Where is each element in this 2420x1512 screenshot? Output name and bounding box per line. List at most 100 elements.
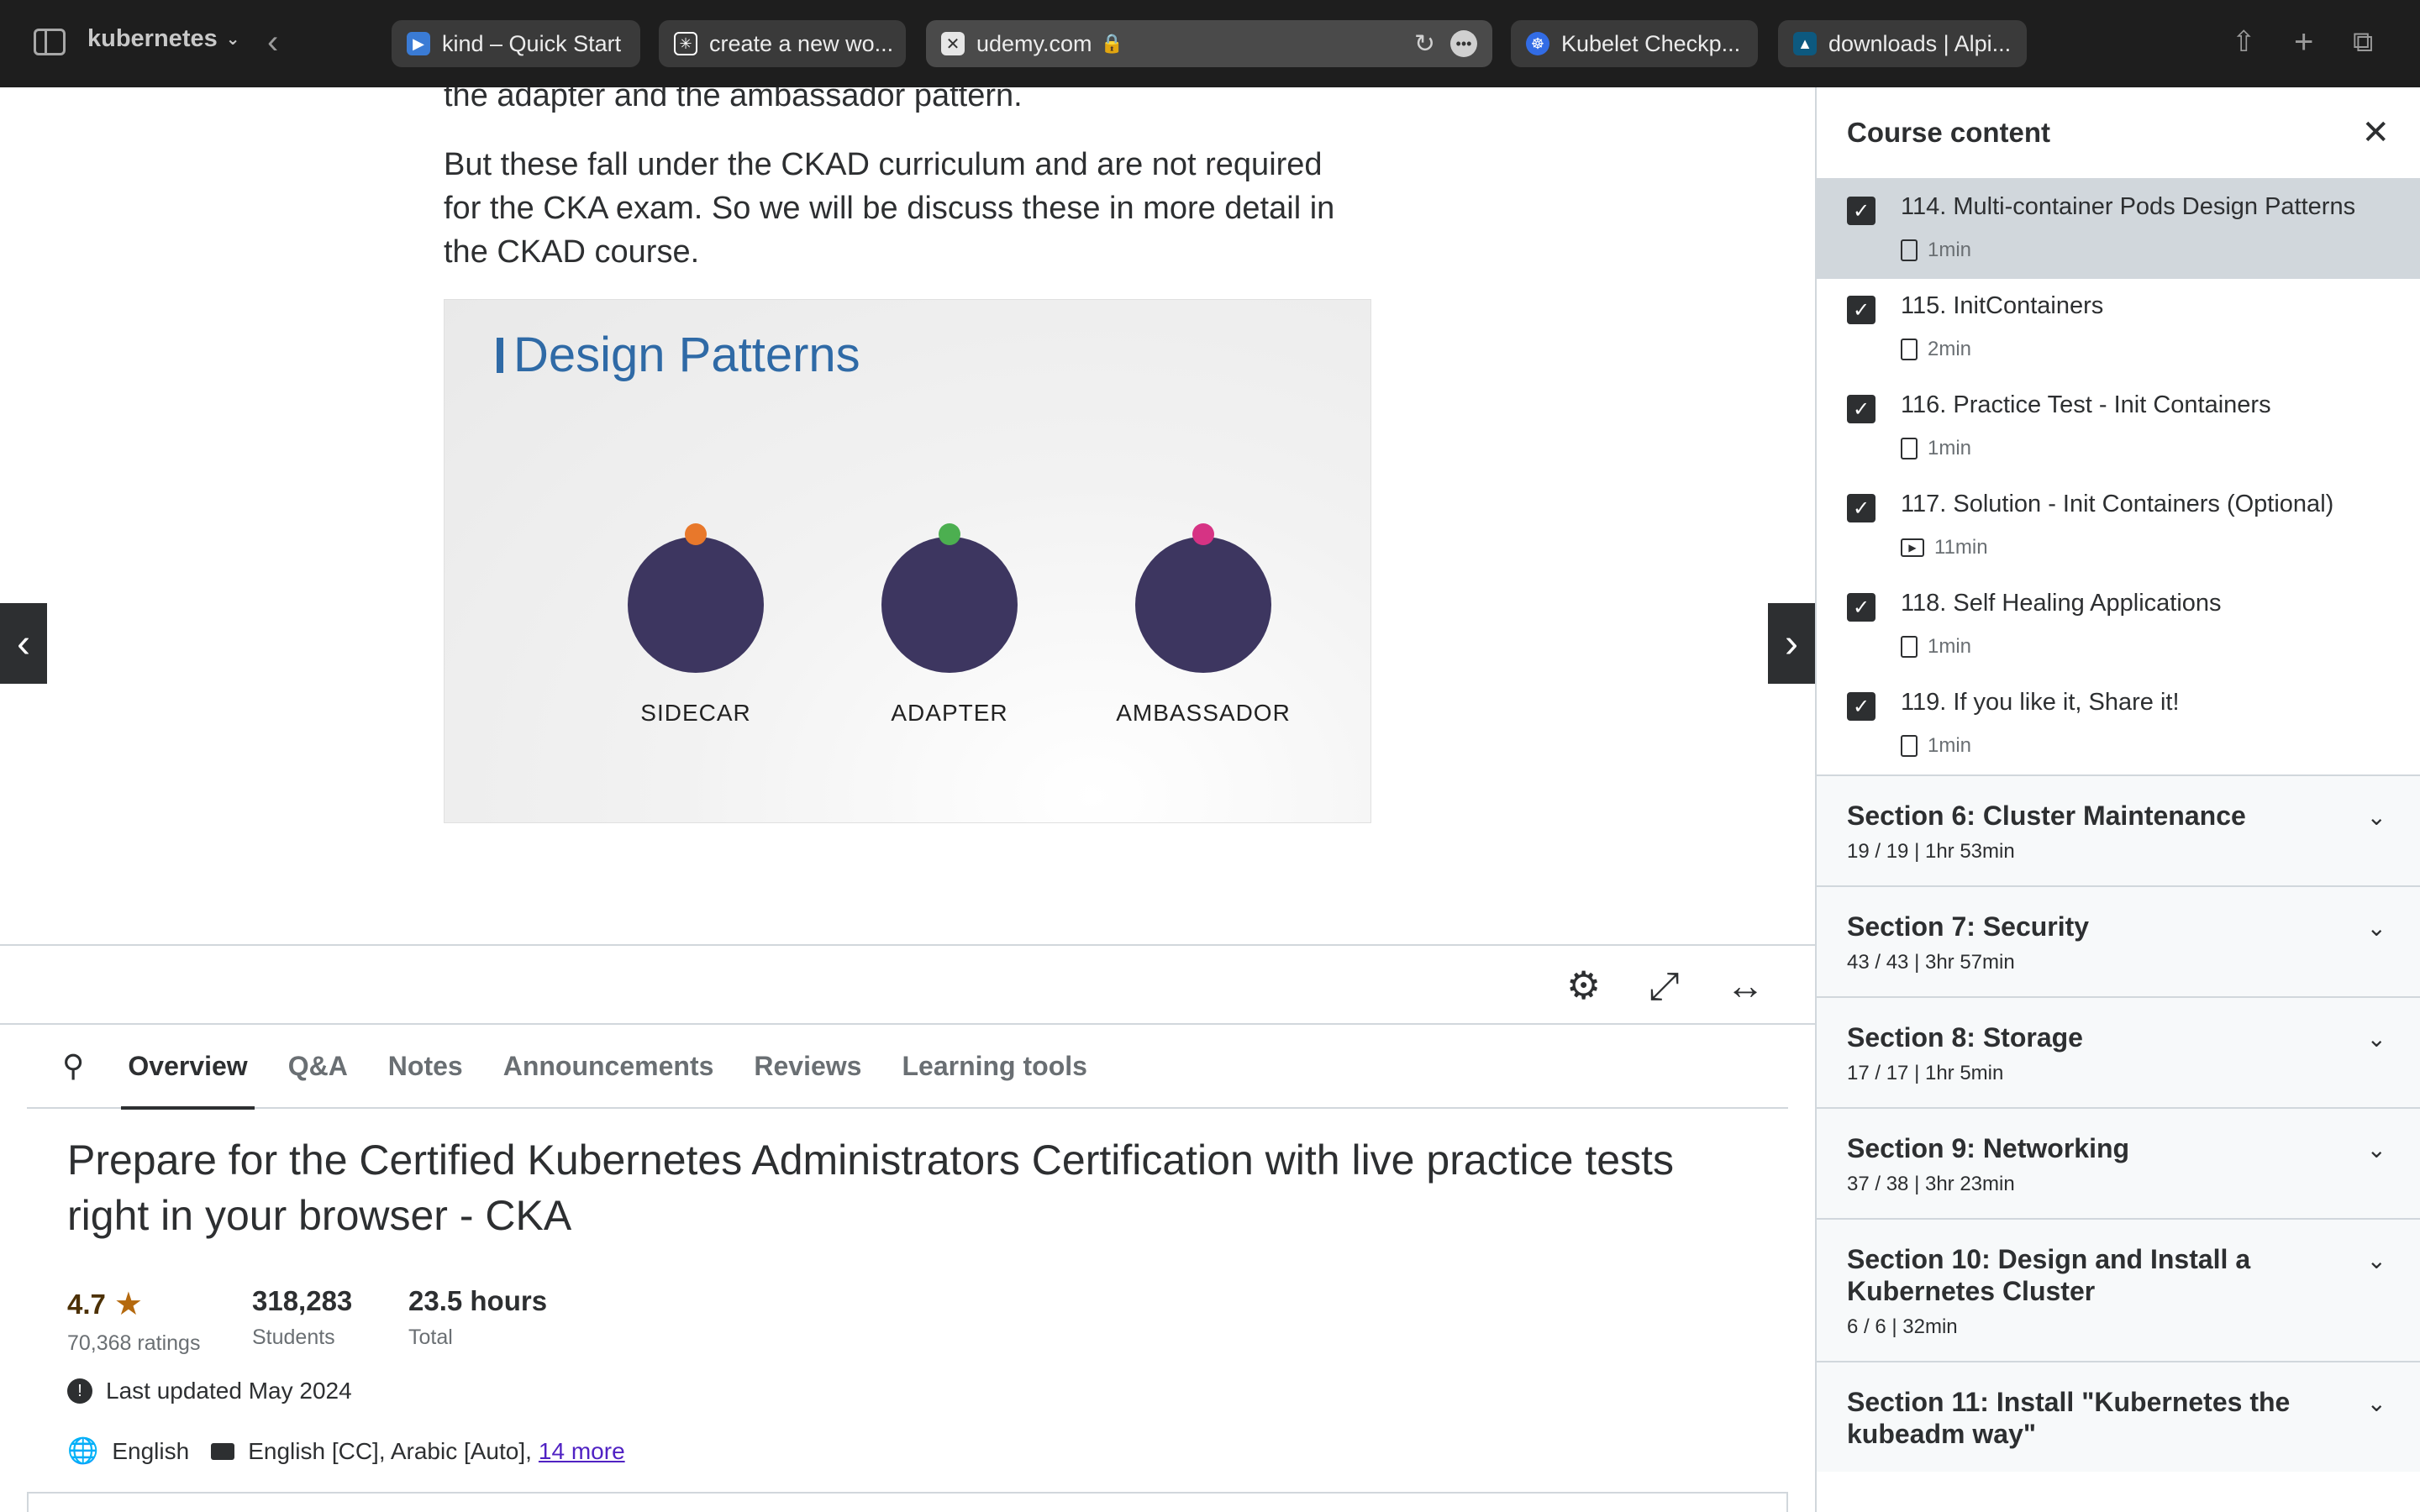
new-tab-plus-icon[interactable]: + [2294, 25, 2313, 59]
reload-icon[interactable]: ↻ [1414, 29, 1435, 59]
section-header[interactable]: Section 8: Storage 17 / 17 | 1hr 5min ⌄ [1817, 996, 2420, 1107]
design-patterns-slide: Design Patterns SIDECAR ADAPTER AMBASSAD… [444, 299, 1371, 823]
tab-downloads-alpine[interactable]: ▲ downloads | Alpi... [1778, 20, 2027, 67]
close-icon[interactable]: ✕ [2361, 113, 2390, 152]
tab-overview[interactable]: Overview [121, 1024, 255, 1110]
lecture-content: the adapter and the ambassador pattern. … [0, 87, 1815, 944]
settings-gear-icon[interactable]: ⚙ [1566, 964, 1601, 1006]
lecture-item[interactable]: ✓ 119. If you like it, Share it! 1min [1817, 675, 2420, 774]
next-content-card [27, 1492, 1788, 1512]
checkbox-checked-icon[interactable]: ✓ [1847, 494, 1876, 522]
lecture-item[interactable]: ✓ 117. Solution - Init Containers (Optio… [1817, 477, 2420, 576]
tab-learning-tools[interactable]: Learning tools [902, 1024, 1086, 1108]
tab-kind-quick-start[interactable]: ▶ kind – Quick Start [392, 20, 640, 67]
section-title: Section 6: Cluster Maintenance [1847, 801, 2246, 831]
lecture-duration: 11min [1934, 536, 1988, 559]
chevron-down-icon: ⌄ [2366, 1247, 2386, 1273]
pattern-dot [685, 523, 707, 545]
search-icon[interactable]: ⚲ [62, 1048, 84, 1084]
section-header[interactable]: Section 6: Cluster Maintenance 19 / 19 |… [1817, 774, 2420, 885]
lecture-item[interactable]: ✓ 115. InitContainers 2min [1817, 279, 2420, 378]
lecture-title: 118. Self Healing Applications [1901, 590, 2222, 617]
rating-stat: 4.7 ★ 70,368 ratings [67, 1285, 200, 1356]
checkbox-checked-icon[interactable]: ✓ [1847, 395, 1876, 423]
lecture-item[interactable]: ✓ 116. Practice Test - Init Containers 1… [1817, 378, 2420, 477]
lecture-item[interactable]: ✓ 114. Multi-container Pods Design Patte… [1817, 180, 2420, 279]
tab-label: Kubelet Checkp... [1561, 30, 1741, 56]
pattern-circle [881, 537, 1018, 673]
chevron-down-icon: ⌄ [225, 30, 240, 49]
tab-create-new[interactable]: ✳ create a new wo... [659, 20, 906, 67]
chevron-down-icon: ⌄ [2366, 1137, 2386, 1163]
back-arrow-icon[interactable]: ‹ [267, 25, 278, 59]
more-languages-link[interactable]: 14 more [539, 1438, 625, 1465]
section-header[interactable]: Section 7: Security 43 / 43 | 3hr 57min … [1817, 885, 2420, 996]
total-hours: 23.5 hours [408, 1285, 548, 1316]
fullscreen-icon[interactable]: ⤢ [1649, 964, 1680, 1006]
lecture-meta: ▶ 11min [1901, 536, 1988, 559]
tab-udemy[interactable]: ✕ udemy.com 🔒 ↻ ••• [926, 20, 1492, 67]
tab-overview-icon[interactable]: ⧉ [2353, 25, 2373, 59]
ratings-count: 70,368 ratings [67, 1331, 201, 1355]
chevron-down-icon: ⌄ [2366, 1026, 2386, 1052]
tab-kubelet[interactable]: ☸ Kubelet Checkp... [1511, 20, 1758, 67]
captions-text: English [CC], Arabic [Auto], [248, 1437, 532, 1464]
next-lecture-button[interactable]: › [1768, 603, 1815, 684]
pattern-ambassador: AMBASSADOR [1111, 515, 1296, 727]
more-icon[interactable]: ••• [1450, 30, 1477, 57]
share-icon[interactable]: ⇧ [2232, 25, 2256, 59]
alpine-favicon-icon: ▲ [1793, 32, 1817, 55]
section-progress: 19 / 19 | 1hr 53min [1847, 840, 2015, 863]
section-title: Section 9: Networking [1847, 1133, 2130, 1163]
checkbox-checked-icon[interactable]: ✓ [1847, 197, 1876, 225]
star-icon: ★ [113, 1287, 143, 1322]
tab-qa[interactable]: Q&A [288, 1024, 348, 1108]
globe-icon: 🌐 [67, 1437, 99, 1465]
language-text: English [112, 1437, 190, 1464]
lock-icon: 🔒 [1100, 33, 1123, 54]
rating-value: 4.7 [67, 1288, 106, 1320]
lecture-paragraph-top: the adapter and the ambassador pattern. [444, 87, 1023, 113]
lecture-meta: 1min [1901, 437, 1971, 460]
lecture-duration: 2min [1928, 338, 1972, 360]
tab-reviews[interactable]: Reviews [754, 1024, 861, 1108]
course-tabs: ⚲ Overview Q&A Notes Announcements Revie… [27, 1024, 1788, 1110]
chevron-down-icon: ⌄ [2366, 1390, 2386, 1416]
tab-label: downloads | Alpi... [1828, 30, 2012, 56]
section-header[interactable]: Section 9: Networking 37 / 38 | 3hr 23mi… [1817, 1107, 2420, 1218]
video-icon: ▶ [1901, 538, 1924, 557]
tab-announcements[interactable]: Announcements [503, 1024, 714, 1108]
section-header[interactable]: Section 11: Install "Kubernetes the kube… [1817, 1361, 2420, 1472]
expand-width-icon[interactable]: ↔ [1726, 964, 1765, 1006]
lecture-duration: 1min [1928, 635, 1972, 658]
section-progress: 6 / 6 | 32min [1847, 1315, 1958, 1338]
previous-lecture-button[interactable]: ‹ [0, 603, 47, 684]
lecture-paragraph: But these fall under the CKAD curriculum… [444, 147, 1335, 270]
course-content-sidebar: Course content ✕ ✓ 114. Multi-container … [1815, 87, 2420, 1512]
checkbox-checked-icon[interactable]: ✓ [1847, 692, 1876, 721]
section-title: Section 8: Storage [1847, 1022, 2083, 1053]
pattern-sidecar: SIDECAR [603, 515, 788, 727]
checkbox-checked-icon[interactable]: ✓ [1847, 593, 1876, 622]
section-progress: 37 / 38 | 3hr 23min [1847, 1173, 2015, 1195]
tab-label: udemy.com [976, 30, 1092, 56]
captions-icon [211, 1442, 235, 1460]
lecture-title: 114. Multi-container Pods Design Pattern… [1901, 193, 2356, 220]
sidebar-toggle-icon[interactable] [34, 29, 66, 55]
lecture-meta: 1min [1901, 734, 1971, 758]
chevron-down-icon: ⌄ [2366, 915, 2386, 941]
section-header[interactable]: Section 10: Design and Install a Kuberne… [1817, 1218, 2420, 1361]
tab-notes[interactable]: Notes [388, 1024, 463, 1108]
tab-group-selector[interactable]: kubernetes ⌄ [87, 25, 240, 53]
lecture-item[interactable]: ✓ 118. Self Healing Applications 1min [1817, 576, 2420, 675]
pattern-label: AMBASSADOR [1116, 700, 1291, 726]
alert-badge-icon: ! [67, 1378, 92, 1404]
pattern-circle [628, 537, 764, 673]
section-title: Section 7: Security [1847, 911, 2090, 942]
language-line: 🌐 English English [CC], Arabic [Auto], 1… [67, 1436, 625, 1466]
tab-group-label: kubernetes [87, 25, 218, 52]
students-stat: 318,283 Students [252, 1285, 352, 1350]
lecture-title: 116. Practice Test - Init Containers [1901, 391, 2271, 418]
close-tab-icon[interactable]: ✕ [941, 32, 965, 55]
checkbox-checked-icon[interactable]: ✓ [1847, 296, 1876, 324]
